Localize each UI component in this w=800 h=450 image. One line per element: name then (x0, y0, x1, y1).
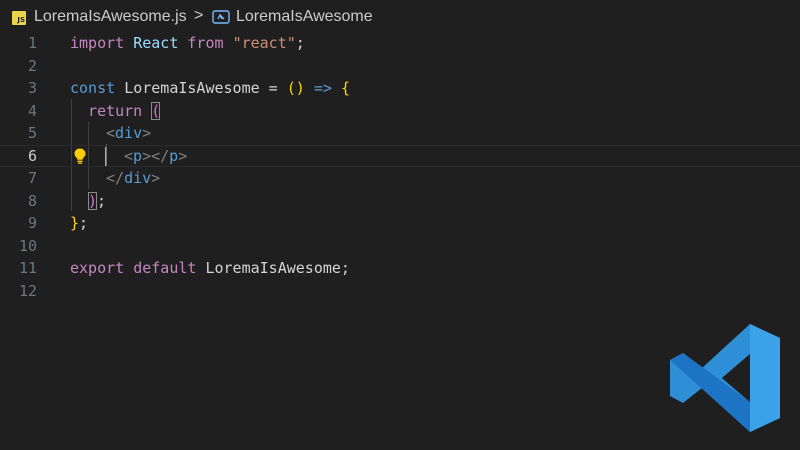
line-number: 9 (27, 214, 37, 232)
tag-open: < (106, 124, 116, 142)
chevron-right-icon: > (194, 7, 204, 24)
breadcrumb-symbol[interactable]: LoremaIsAwesome (236, 8, 373, 26)
code-line[interactable]: 1 import React from "react"; (0, 32, 800, 55)
keyword-return: return (88, 101, 143, 120)
keyword-export: export (70, 259, 125, 277)
breadcrumb-file[interactable]: LoremaIsAwesome.js (34, 8, 187, 26)
semicolon: ; (97, 191, 107, 210)
line-number: 2 (27, 56, 37, 75)
component-name: LoremaIsAwesome (124, 79, 260, 97)
operator: = (259, 79, 287, 97)
string-literal: "react" (232, 34, 296, 52)
line-number: 10 (18, 236, 37, 255)
tag-open: < (124, 146, 134, 165)
keyword-const: const (70, 79, 116, 97)
close-brace: } (70, 214, 80, 232)
parens: () (286, 79, 305, 97)
vscode-logo-icon (670, 324, 780, 432)
open-brace: { (340, 79, 350, 97)
open-paren: ( (151, 101, 161, 120)
tag-name: div (124, 169, 152, 187)
code-line[interactable]: 2 (0, 55, 800, 78)
line-number: 1 (27, 34, 37, 52)
code-text: ); (88, 190, 106, 213)
code-text: const LoremaIsAwesome = () => { (70, 77, 350, 100)
line-number: 4 (27, 101, 37, 120)
line-number: 12 (18, 281, 37, 300)
code-line-active[interactable]: 6 <p></p> (0, 145, 800, 168)
tag-name: p (133, 146, 143, 165)
breadcrumb: JS LoremaIsAwesome.js > LoremaIsAwesome (0, 0, 800, 36)
identifier: React (124, 34, 188, 52)
code-line[interactable]: 9 }; (0, 212, 800, 235)
code-text: export default LoremaIsAwesome; (70, 257, 350, 280)
close-paren: ) (88, 191, 98, 210)
identifier: LoremaIsAwesome; (196, 259, 350, 277)
line-number: 11 (18, 259, 37, 277)
tag-close: > (142, 124, 152, 142)
keyword-default: default (133, 259, 197, 277)
symbol-variable-icon (212, 10, 230, 24)
tag-close: > (151, 169, 161, 187)
code-line[interactable]: 4 return ( (0, 100, 800, 123)
code-line[interactable]: 3 const LoremaIsAwesome = () => { (0, 77, 800, 100)
arrow: => (313, 79, 332, 97)
tag-open: </ (106, 169, 125, 187)
line-number: 6 (27, 146, 37, 165)
code-text: <p></p> (124, 145, 187, 168)
tag-name: p (169, 146, 179, 165)
code-text: return ( (88, 100, 161, 123)
code-text: <div> (106, 122, 151, 145)
tag-close-open: ></ (142, 146, 170, 165)
code-line[interactable]: 5 <div> (0, 122, 800, 145)
keyword-import: import (70, 34, 125, 52)
line-number: 3 (27, 79, 37, 97)
code-text: </div> (106, 167, 160, 190)
code-line[interactable]: 11 export default LoremaIsAwesome; (0, 257, 800, 280)
line-number: 7 (27, 169, 37, 187)
line-number: 5 (27, 124, 37, 142)
code-line[interactable]: 8 ); (0, 190, 800, 213)
code-line[interactable]: 7 </div> (0, 167, 800, 190)
tag-close: > (178, 146, 188, 165)
lightbulb-icon[interactable] (72, 147, 88, 165)
code-line[interactable]: 10 (0, 235, 800, 258)
js-file-icon: JS (12, 11, 26, 25)
line-number: 8 (27, 191, 37, 210)
code-line[interactable]: 12 (0, 280, 800, 303)
semicolon: ; (295, 34, 305, 52)
code-text: import React from "react"; (70, 32, 305, 55)
tag-name: div (115, 124, 143, 142)
semicolon: ; (79, 214, 89, 232)
keyword-from: from (187, 34, 224, 52)
code-text: }; (70, 212, 88, 235)
text-cursor (105, 147, 106, 166)
